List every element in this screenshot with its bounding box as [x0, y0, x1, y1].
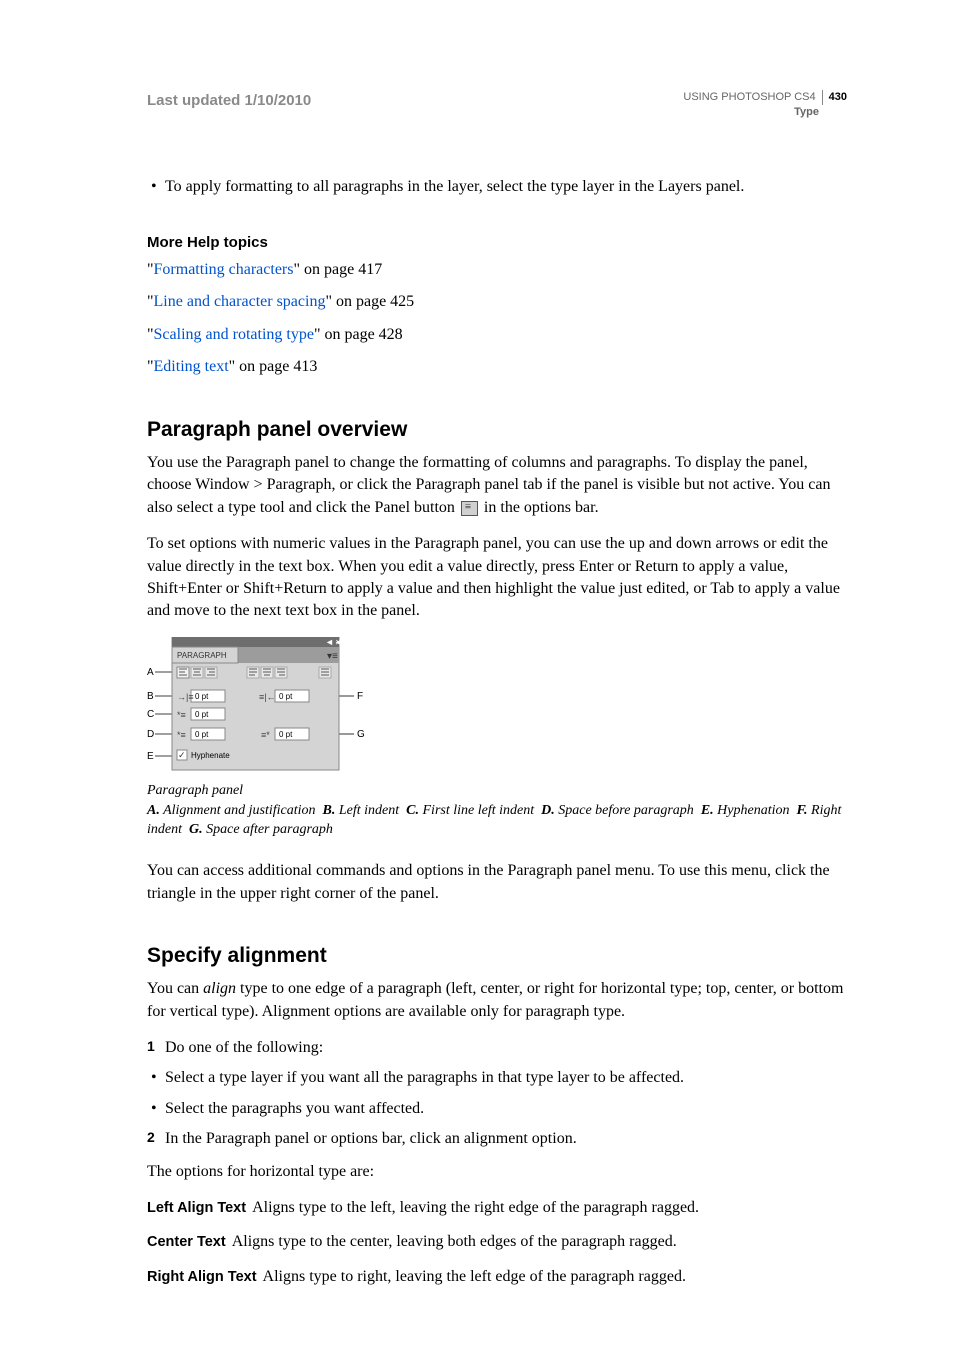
svg-text:✓: ✓: [178, 750, 186, 760]
intro-bullets: To apply formatting to all paragraphs in…: [147, 176, 847, 198]
step-2: In the Paragraph panel or options bar, c…: [147, 1128, 847, 1150]
legend-text: Alignment and justification: [163, 803, 315, 818]
svg-text:*≡: *≡: [177, 710, 186, 720]
help-link[interactable]: Scaling and rotating type: [154, 326, 314, 343]
svg-text:≡|←: ≡|←: [259, 692, 276, 702]
help-suffix: on page 425: [332, 293, 414, 310]
section1-p1: You use the Paragraph panel to change th…: [147, 452, 847, 519]
legend-text: Hyphenation: [717, 803, 789, 818]
label-g: G: [357, 729, 365, 740]
intro-bullet: To apply formatting to all paragraphs in…: [147, 176, 847, 198]
text: You can: [147, 980, 203, 997]
more-help-heading: More Help topics: [147, 232, 847, 253]
legend-key: D.: [541, 803, 555, 818]
help-link[interactable]: Formatting characters: [154, 261, 294, 278]
step-1: Do one of the following:: [147, 1037, 847, 1059]
label-c: C: [147, 709, 154, 720]
section1-p3: You can access additional commands and o…: [147, 860, 847, 905]
help-link-row: "Line and character spacing" on page 425: [147, 291, 847, 313]
def-desc: Aligns type to the left, leaving the rig…: [252, 1199, 699, 1216]
def-term: Left Align Text: [147, 1200, 246, 1216]
section1-title: Paragraph panel overview: [147, 415, 847, 444]
legend-key: E.: [701, 803, 714, 818]
def-left-align: Left Align Text Aligns type to the left, …: [147, 1197, 847, 1219]
section2-title: Specify alignment: [147, 941, 847, 970]
panel-tab-label: PARAGRAPH: [177, 651, 227, 660]
legend-key: F.: [796, 803, 807, 818]
paragraph-panel-svg: A B C D E F G ◄◄ ✕ PARAGRAPH ▾≡: [147, 637, 367, 777]
help-link[interactable]: Editing text: [154, 358, 229, 375]
last-updated: Last updated 1/10/2010: [147, 90, 311, 111]
legend-key: G.: [189, 822, 203, 837]
menu-icon: ▾≡: [327, 651, 338, 662]
left-indent-value: 0 pt: [195, 692, 209, 701]
right-indent-value: 0 pt: [279, 692, 293, 701]
space-after-value: 0 pt: [279, 730, 293, 739]
legend-text: Space after paragraph: [206, 822, 333, 837]
legend-key: C.: [406, 803, 419, 818]
figure-legend: A. Alignment and justification B. Left i…: [147, 802, 847, 840]
page-header: Last updated 1/10/2010 USING PHOTOSHOP C…: [147, 90, 847, 120]
label-b: B: [147, 691, 154, 702]
close-icon: ✕: [335, 638, 342, 647]
doc-title: USING PHOTOSHOP CS4: [683, 90, 822, 105]
step-1a: Select a type layer if you want all the …: [147, 1067, 847, 1089]
figure-caption: Paragraph panel: [147, 781, 847, 801]
label-f: F: [357, 691, 363, 702]
legend-key: A.: [147, 803, 160, 818]
section2-p2: The options for horizontal type are:: [147, 1161, 847, 1183]
help-suffix: on page 413: [235, 358, 317, 375]
paragraph-panel-figure: A B C D E F G ◄◄ ✕ PARAGRAPH ▾≡: [147, 637, 847, 777]
text: type to one edge of a paragraph (left, c…: [147, 980, 843, 1019]
def-desc: Aligns type to the center, leaving both …: [232, 1233, 677, 1250]
section1-p2: To set options with numeric values in th…: [147, 533, 847, 623]
page: Last updated 1/10/2010 USING PHOTOSHOP C…: [0, 0, 954, 1360]
label-e: E: [147, 751, 154, 762]
label-a: A: [147, 667, 154, 678]
def-term: Right Align Text: [147, 1269, 257, 1285]
def-desc: Aligns type to right, leaving the left e…: [263, 1268, 686, 1285]
svg-text:≡*: ≡*: [261, 730, 270, 740]
text: in the options bar.: [480, 499, 599, 516]
panel-icon: [461, 501, 478, 516]
steps-list: Do one of the following: Select a type l…: [147, 1037, 847, 1151]
space-before-value: 0 pt: [195, 730, 209, 739]
hyphenate-label: Hyphenate: [191, 751, 230, 760]
legend-text: Space before paragraph: [558, 803, 694, 818]
help-suffix: on page 428: [320, 326, 402, 343]
section-name: Type: [683, 105, 847, 120]
label-d: D: [147, 729, 154, 740]
section2-p1: You can align type to one edge of a para…: [147, 978, 847, 1023]
def-term: Center Text: [147, 1234, 226, 1250]
legend-text: Left indent: [339, 803, 399, 818]
page-number: 430: [823, 90, 847, 105]
def-right-align: Right Align Text Aligns type to right, le…: [147, 1266, 847, 1288]
text-italic: align: [203, 980, 236, 997]
help-link[interactable]: Line and character spacing: [154, 293, 326, 310]
help-link-row: "Editing text" on page 413: [147, 356, 847, 378]
first-line-indent-value: 0 pt: [195, 710, 209, 719]
help-link-row: "Scaling and rotating type" on page 428: [147, 324, 847, 346]
help-suffix: on page 417: [300, 261, 382, 278]
step-1b: Select the paragraphs you want affected.: [147, 1098, 847, 1120]
header-right: USING PHOTOSHOP CS4 430 Type: [683, 90, 847, 120]
svg-text:→|≡: →|≡: [177, 692, 194, 702]
legend-text: First line left indent: [423, 803, 535, 818]
help-link-row: "Formatting characters" on page 417: [147, 259, 847, 281]
legend-key: B.: [323, 803, 336, 818]
svg-text:*≡: *≡: [177, 730, 186, 740]
